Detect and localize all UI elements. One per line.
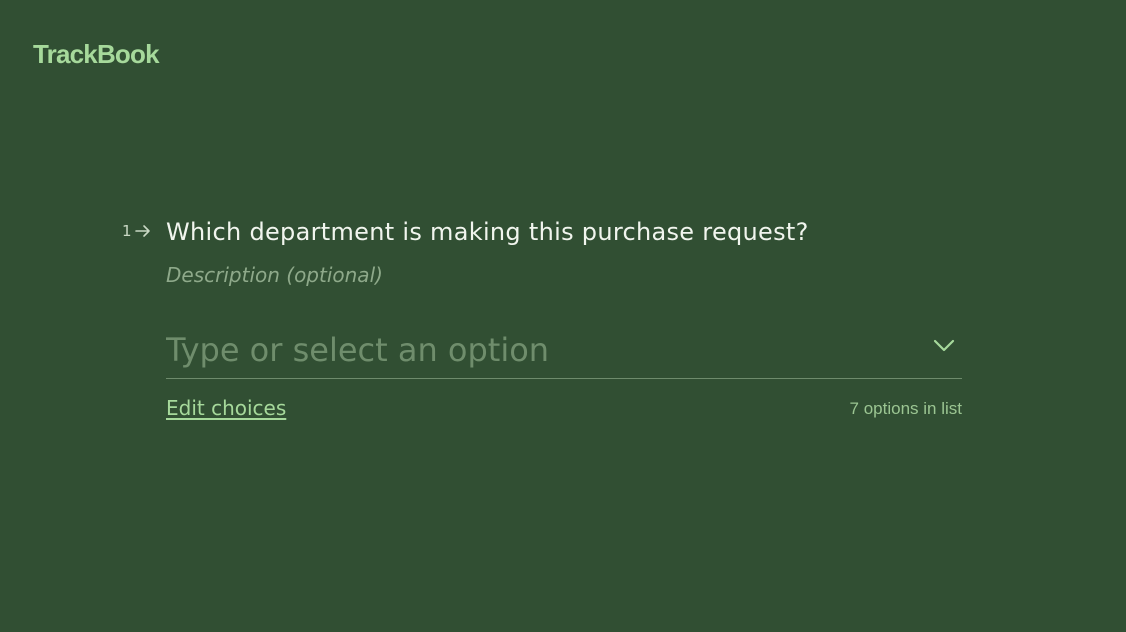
options-count: 7 options in list bbox=[849, 399, 962, 418]
question-block: 1 Which department is making this purcha… bbox=[122, 214, 962, 420]
option-dropdown[interactable] bbox=[166, 326, 962, 379]
question-number: 1 bbox=[122, 222, 151, 240]
app-logo: TrackBook bbox=[33, 39, 160, 69]
question-number-label: 1 bbox=[122, 222, 132, 240]
question-description[interactable]: Description (optional) bbox=[166, 262, 383, 288]
arrow-right-icon bbox=[134, 224, 151, 238]
choices-footer: Edit choices 7 options in list bbox=[166, 394, 962, 422]
edit-choices-link[interactable]: Edit choices bbox=[166, 394, 286, 422]
option-search-input[interactable] bbox=[166, 326, 906, 374]
question-header: 1 Which department is making this purcha… bbox=[122, 214, 962, 252]
question-title[interactable]: Which department is making this purchase… bbox=[166, 216, 809, 248]
chevron-down-icon[interactable] bbox=[932, 337, 956, 353]
